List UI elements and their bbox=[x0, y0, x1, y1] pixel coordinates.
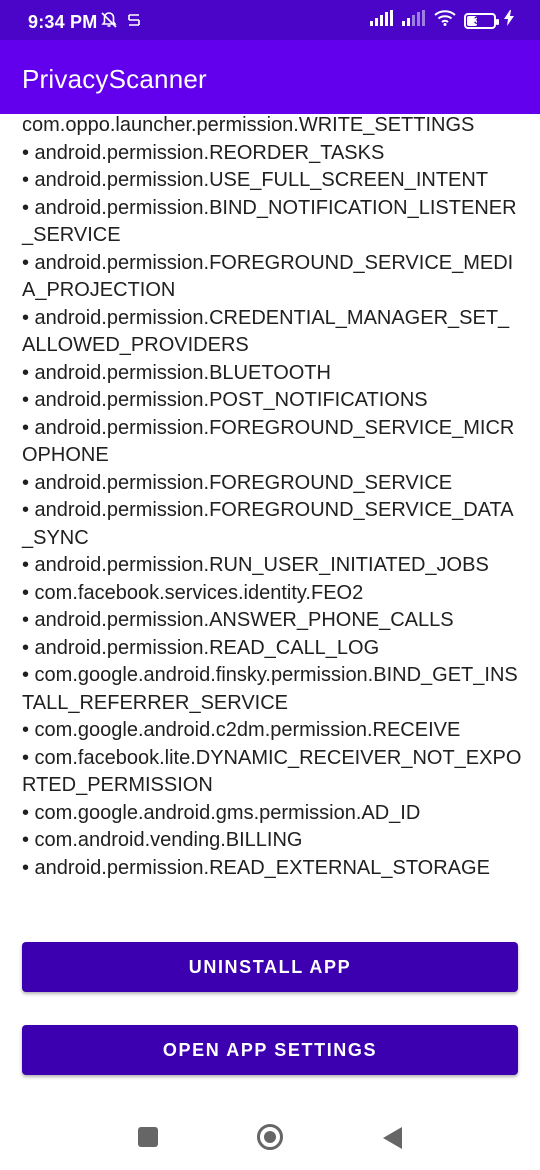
permission-item: • android.permission.POST_NOTIFICATIONS bbox=[22, 389, 428, 411]
permission-item: • com.google.android.gms.permission.AD_I… bbox=[22, 801, 421, 824]
wifi-icon bbox=[434, 10, 456, 31]
charging-icon bbox=[504, 10, 514, 31]
permission-item: • android.permission.FOREGROUND_SERVICE_… bbox=[22, 416, 515, 467]
battery-level: 39 bbox=[473, 14, 487, 27]
permission-item: • com.facebook.services.identity.FEO2 bbox=[22, 581, 364, 604]
permission-item: • android.permission.CREDENTIAL_MANAGER_… bbox=[22, 306, 510, 357]
back-icon[interactable] bbox=[383, 1127, 402, 1149]
signal-weak-icon bbox=[402, 10, 426, 31]
permission-item: • android.permission.RUN_USER_INITIATED_… bbox=[22, 554, 489, 576]
uninstall-app-button[interactable]: UNINSTALL APP bbox=[22, 942, 518, 992]
permission-item: • android.permission.READ_EXTERNAL_STORA… bbox=[22, 856, 490, 879]
home-icon[interactable] bbox=[257, 1124, 283, 1150]
permission-list-content: com.oppo.launcher.permission.WRITE_SETTI… bbox=[0, 114, 540, 882]
permission-item: • android.permission.READ_CALL_LOG bbox=[22, 636, 380, 659]
status-bar: 9:34 PM 39 bbox=[0, 0, 540, 40]
permission-item: • android.permission.FOREGROUND_SERVICE_… bbox=[22, 499, 514, 549]
data-saver-icon bbox=[126, 11, 142, 34]
permission-item: • android.permission.FOREGROUND_SERVICE bbox=[22, 471, 453, 494]
permission-item: • android.permission.FOREGROUND_SERVICE_… bbox=[22, 251, 514, 302]
permission-item: • android.permission.ANSWER_PHONE_CALLS bbox=[22, 609, 454, 631]
permission-item: • android.permission.BIND_NOTIFICATION_L… bbox=[22, 196, 517, 247]
open-app-settings-button[interactable]: OPEN APP SETTINGS bbox=[22, 1025, 518, 1075]
status-time: 9:34 PM bbox=[28, 12, 98, 32]
mute-icon bbox=[100, 11, 118, 34]
signal-icon bbox=[370, 10, 394, 31]
app-title: PrivacyScanner bbox=[22, 64, 207, 94]
permission-item: com.oppo.launcher.permission.WRITE_SETTI… bbox=[22, 114, 475, 136]
navigation-bar bbox=[0, 1100, 540, 1170]
permission-item: • com.google.android.c2dm.permission.REC… bbox=[22, 719, 461, 741]
permission-item: • android.permission.BLUETOOTH bbox=[22, 361, 331, 384]
permission-item: • com.google.android.finsky.permission.B… bbox=[22, 664, 518, 714]
permission-item: • android.permission.REORDER_TASKS bbox=[22, 141, 385, 164]
recents-icon[interactable] bbox=[138, 1127, 158, 1147]
app-bar: PrivacyScanner bbox=[0, 40, 540, 114]
permission-item: • android.permission.USE_FULL_SCREEN_INT… bbox=[22, 169, 489, 191]
permission-item: • com.android.vending.BILLING bbox=[22, 829, 303, 851]
permission-list[interactable]: com.oppo.launcher.permission.WRITE_SETTI… bbox=[0, 114, 540, 884]
battery-icon: 39 bbox=[464, 12, 499, 29]
permission-item: • com.facebook.lite.DYNAMIC_RECEIVER_NOT… bbox=[22, 746, 522, 797]
